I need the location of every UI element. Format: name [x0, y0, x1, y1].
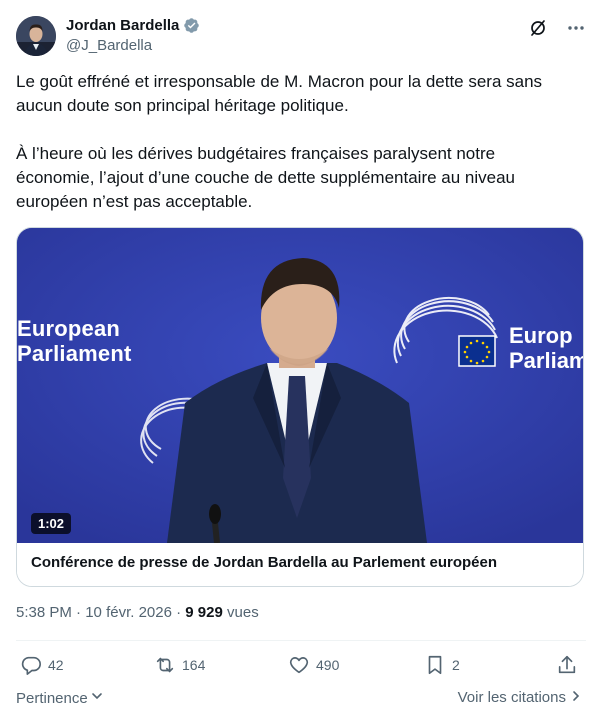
like-button[interactable]: 490: [288, 654, 339, 676]
handle[interactable]: @J_Bardella: [66, 37, 200, 54]
action-bar: 42 164 490 2: [20, 654, 580, 678]
backdrop-line: Parliam: [509, 348, 584, 373]
backdrop-line: European: [17, 316, 121, 341]
repost-button[interactable]: 164: [154, 654, 205, 676]
sort-dropdown[interactable]: Pertinence: [16, 689, 104, 707]
tweet-time[interactable]: 5:38 PM: [16, 604, 72, 621]
like-count: 490: [316, 657, 340, 673]
repost-count: 164: [182, 657, 206, 673]
video-caption[interactable]: Conférence de presse de Jordan Bardella …: [17, 543, 583, 586]
backdrop-text-left: European Parliament: [17, 316, 132, 366]
sort-label: Pertinence: [16, 689, 88, 707]
divider: [16, 640, 586, 641]
meta-separator: ·: [76, 604, 82, 621]
views-count: 9 929: [185, 604, 223, 621]
backdrop-line: Parliament: [17, 341, 132, 366]
share-button[interactable]: [556, 654, 578, 676]
bookmark-count: 2: [452, 657, 460, 673]
video-card[interactable]: European Parliament Europ Parliam 1:02 C…: [16, 227, 584, 587]
tweet-text: Le goût effréné et irresponsable de M. M…: [16, 70, 576, 214]
reply-count: 42: [48, 657, 64, 673]
backdrop-line: Europ: [509, 323, 573, 348]
video-duration-badge: 1:02: [31, 513, 72, 534]
view-quotes-link[interactable]: Voir les citations: [458, 689, 582, 706]
tweet-paragraph: Le goût effréné et irresponsable de M. M…: [16, 72, 543, 115]
tweet-date[interactable]: 10 févr. 2026: [85, 604, 172, 621]
view-quotes-label: Voir les citations: [457, 689, 566, 706]
verified-badge-icon: [183, 17, 200, 34]
author-block: Jordan Bardella @J_Bardella: [66, 17, 200, 54]
grok-icon[interactable]: [528, 18, 548, 38]
display-name[interactable]: Jordan Bardella: [66, 17, 179, 34]
tweet-meta: 5:38 PM · 10 févr. 2026 · 9 929 vues: [16, 604, 259, 621]
share-icon: [556, 654, 578, 676]
chevron-down-icon: [90, 689, 104, 707]
like-icon: [288, 654, 310, 676]
backdrop-text-right: Europ Parliam: [509, 323, 584, 373]
avatar[interactable]: [16, 16, 56, 56]
tweet-header: Jordan Bardella @J_Bardella: [16, 14, 586, 58]
more-icon[interactable]: [566, 18, 586, 38]
bookmark-icon: [424, 654, 446, 676]
bookmark-button[interactable]: 2: [424, 654, 460, 676]
chevron-right-icon: [570, 689, 582, 706]
reply-button[interactable]: 42: [20, 654, 64, 676]
tweet-paragraph: À l’heure où les dérives budgétaires fra…: [16, 144, 516, 211]
repost-icon: [154, 654, 176, 676]
video-player[interactable]: European Parliament Europ Parliam 1:02: [17, 228, 584, 543]
meta-separator: ·: [176, 604, 182, 621]
views-label: vues: [227, 604, 259, 621]
reply-icon: [20, 654, 42, 676]
header-actions: [528, 18, 586, 38]
